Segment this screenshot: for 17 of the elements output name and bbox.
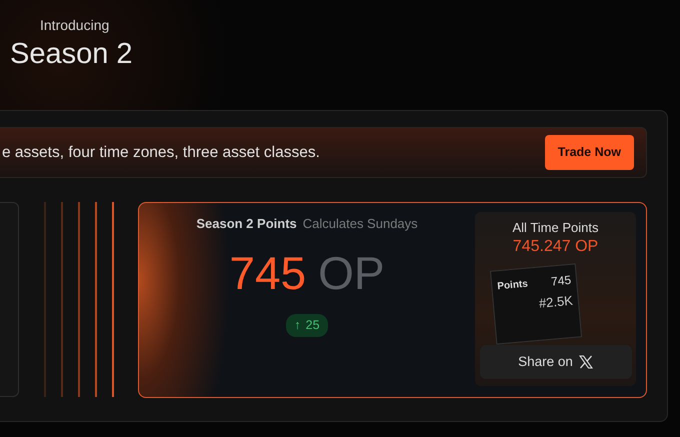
all-time-title: All Time Points (512, 219, 598, 237)
change-value: 25 (306, 317, 320, 334)
share-button[interactable]: Share on (480, 345, 632, 380)
preview-value: 745 (550, 272, 572, 291)
page-title: Season 2 (10, 39, 134, 70)
eyebrow-text: Introducing (40, 16, 110, 35)
points-title: Season 2 Points (196, 216, 297, 231)
points-unit: OP (318, 250, 385, 296)
preview-rank: #2.5K (538, 292, 574, 313)
preview-label: Points (496, 277, 528, 294)
banner-text: e assets, four time zones, three asset classes. (2, 142, 320, 163)
trade-now-button[interactable]: Trade Now (544, 135, 634, 170)
all-time-value: 745.247 OP (512, 238, 598, 256)
x-logo-icon (578, 355, 593, 370)
points-subtitle: Calculates Sundays (302, 216, 418, 231)
arrow-icon: ↑ (294, 316, 301, 335)
points-value: 745 (229, 250, 306, 296)
